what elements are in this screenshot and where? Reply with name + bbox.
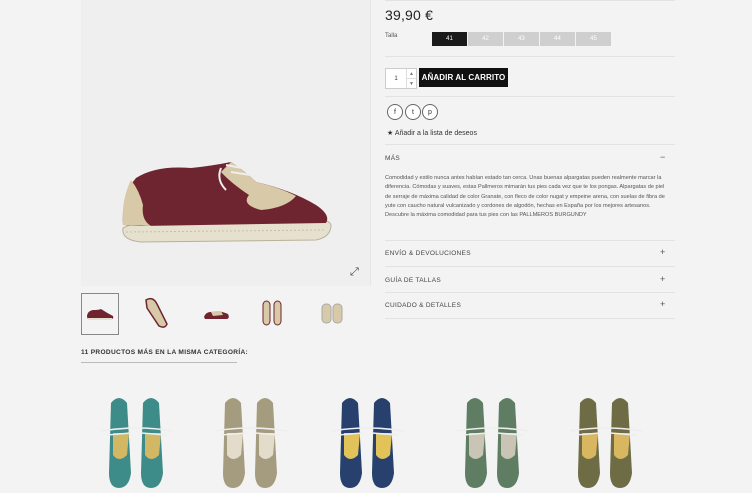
- expand-image-icon[interactable]: ⤢: [350, 266, 359, 279]
- thumbnail-2[interactable]: [138, 293, 174, 333]
- thumbnail-5[interactable]: [314, 293, 350, 333]
- star-icon: ★: [387, 130, 394, 137]
- related-product-2[interactable]: [214, 393, 288, 488]
- expand-icon[interactable]: +: [660, 299, 665, 309]
- wishlist-link[interactable]: ★ Añadir a la lista de deseos: [387, 129, 477, 137]
- shoe-thumb: [145, 297, 168, 328]
- related-shoe-pair: [456, 398, 530, 488]
- add-to-cart-button[interactable]: AÑADIR AL CARRITO: [419, 68, 508, 87]
- accordion-guia-title[interactable]: GUÍA DE TALLAS: [385, 277, 441, 284]
- divider: [385, 144, 675, 145]
- product-main-image[interactable]: [81, 0, 371, 286]
- divider: [385, 240, 675, 241]
- related-product-4[interactable]: [456, 393, 530, 488]
- related-shoe-pair: [331, 398, 405, 488]
- divider: [385, 56, 675, 57]
- size-label: Talla: [385, 33, 398, 39]
- divider: [385, 96, 675, 97]
- shoe-thumb: [262, 300, 282, 326]
- divider: [385, 318, 675, 319]
- decrement-icon[interactable]: ▼: [407, 79, 416, 88]
- shoe-thumb: [321, 303, 343, 324]
- related-shoe-pair: [214, 398, 288, 488]
- expand-icon[interactable]: +: [660, 274, 665, 284]
- thumbnail-1[interactable]: [81, 293, 119, 335]
- twitter-icon[interactable]: t: [405, 104, 421, 120]
- product-description: Comodidad y estilo nunca antes habían es…: [385, 175, 665, 219]
- quantity-input[interactable]: 1: [386, 69, 406, 88]
- related-product-5[interactable]: [569, 393, 643, 488]
- divider: [385, 292, 675, 293]
- related-products-title: 11 PRODUCTOS MÁS EN LA MISMA CATEGORÍA:: [81, 349, 249, 356]
- wishlist-label: Añadir a la lista de deseos: [394, 130, 477, 137]
- thumbnail-4[interactable]: [254, 293, 290, 333]
- thumbnail-3[interactable]: [198, 293, 234, 333]
- quantity-buttons: ▲ ▼: [406, 69, 416, 88]
- divider: [385, 266, 675, 267]
- divider: [385, 0, 675, 1]
- size-option-41[interactable]: 41: [432, 32, 467, 46]
- size-option-42[interactable]: 42: [468, 32, 503, 46]
- size-option-45[interactable]: 45: [576, 32, 611, 46]
- expand-icon[interactable]: +: [660, 247, 665, 257]
- related-product-1[interactable]: [100, 393, 174, 488]
- related-shoe-pair: [100, 398, 174, 488]
- size-selector: 41 42 43 44 45: [432, 32, 611, 46]
- quantity-stepper[interactable]: 1 ▲ ▼: [385, 68, 417, 89]
- pinterest-icon[interactable]: p: [422, 104, 438, 120]
- collapse-icon[interactable]: −: [660, 152, 665, 162]
- related-product-3[interactable]: [331, 393, 405, 488]
- accordion-mas-title[interactable]: MÁS: [385, 155, 400, 162]
- shoe-thumb: [87, 309, 114, 320]
- shoe-image: [122, 152, 332, 243]
- shoe-thumb: [204, 311, 229, 319]
- accordion-cuidado-title[interactable]: CUIDADO & DETALLES: [385, 302, 461, 309]
- accordion-envio-title[interactable]: ENVÍO & DEVOLUCIONES: [385, 250, 471, 257]
- increment-icon[interactable]: ▲: [407, 69, 416, 79]
- size-option-44[interactable]: 44: [540, 32, 575, 46]
- product-price: 39,90 €: [385, 7, 434, 23]
- divider: [81, 362, 237, 363]
- facebook-icon[interactable]: f: [387, 104, 403, 120]
- size-option-43[interactable]: 43: [504, 32, 539, 46]
- related-shoe-pair: [569, 398, 643, 488]
